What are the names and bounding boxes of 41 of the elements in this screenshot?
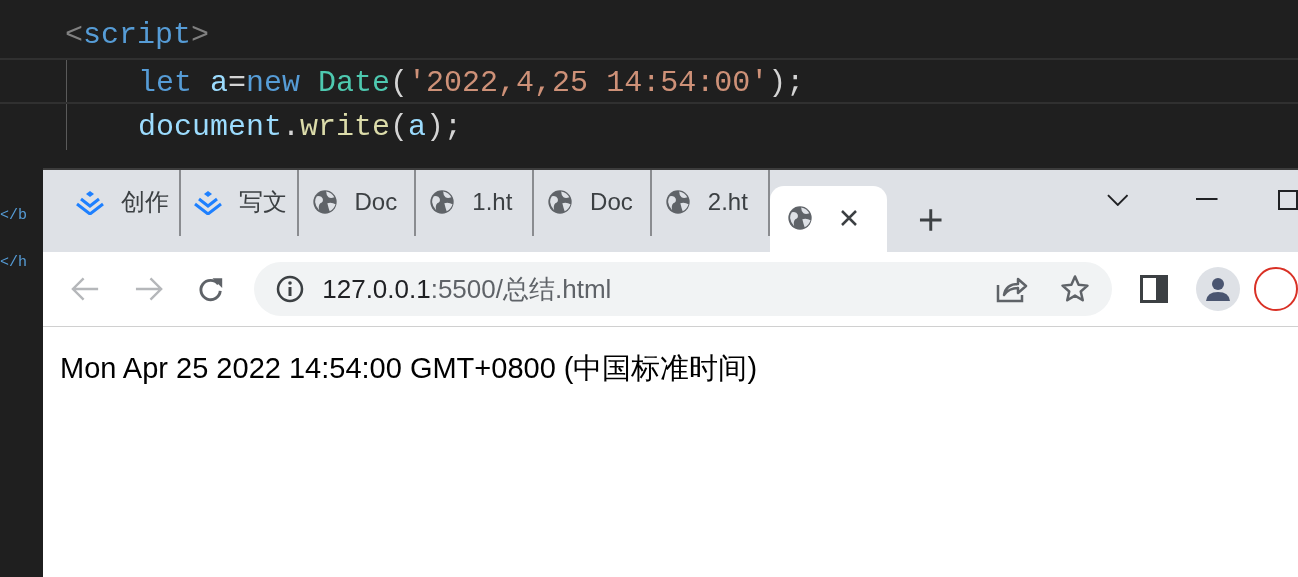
globe-icon [546, 188, 575, 216]
tab-title: Doc [354, 187, 398, 217]
globe-icon [310, 188, 339, 216]
code-line: let a=new Date('2022,4,25 14:54:00'); [138, 65, 805, 102]
tab-title: 创作 [121, 187, 169, 217]
chevron-stack-icon [192, 189, 223, 215]
reload-icon[interactable] [197, 275, 225, 303]
url-text: 127.0.0.1:5500/总结.html [322, 272, 612, 306]
code-line: document.write(a); [138, 109, 463, 146]
browser-tab[interactable]: 1.ht [416, 170, 535, 236]
code-line: <script> [65, 17, 210, 54]
tab-title: 1.ht [472, 187, 513, 217]
browser-tab[interactable]: Doc [298, 170, 417, 236]
chevron-stack-icon [75, 189, 105, 215]
maximize-icon[interactable] [1277, 190, 1298, 210]
chevron-down-icon[interactable] [1106, 194, 1129, 206]
menu-button[interactable] [1254, 267, 1298, 311]
tab-title: Doc [590, 187, 633, 217]
tab-title: 2.ht [707, 187, 748, 217]
browser-tab[interactable]: Doc [534, 170, 652, 236]
share-icon[interactable] [996, 275, 1028, 303]
date-output: Mon Apr 25 2022 14:54:00 GMT+0800 (中国标准时间) [60, 351, 759, 386]
globe-icon [785, 204, 814, 232]
browser-tab[interactable] [769, 186, 888, 252]
close-icon[interactable] [839, 209, 858, 227]
star-icon[interactable] [1060, 274, 1090, 304]
minimize-icon[interactable] [1196, 197, 1218, 201]
code-fragment: </h [0, 253, 28, 273]
info-icon[interactable] [276, 275, 305, 303]
globe-icon [428, 188, 457, 216]
tab-title: 写文 [238, 187, 287, 217]
side-panel-icon[interactable] [1140, 275, 1168, 303]
browser-tab[interactable]: 写文 [180, 170, 299, 236]
person-icon [1205, 276, 1231, 302]
globe-icon [663, 188, 692, 216]
code-fragment: </b [0, 206, 28, 226]
new-tab-icon[interactable] [919, 208, 943, 232]
address-bar[interactable]: 127.0.0.1:5500/总结.html [254, 262, 1112, 316]
browser-tab[interactable]: 2.ht [651, 170, 770, 236]
profile-button[interactable] [1196, 267, 1240, 311]
browser-tab[interactable]: 创作 [63, 170, 181, 236]
